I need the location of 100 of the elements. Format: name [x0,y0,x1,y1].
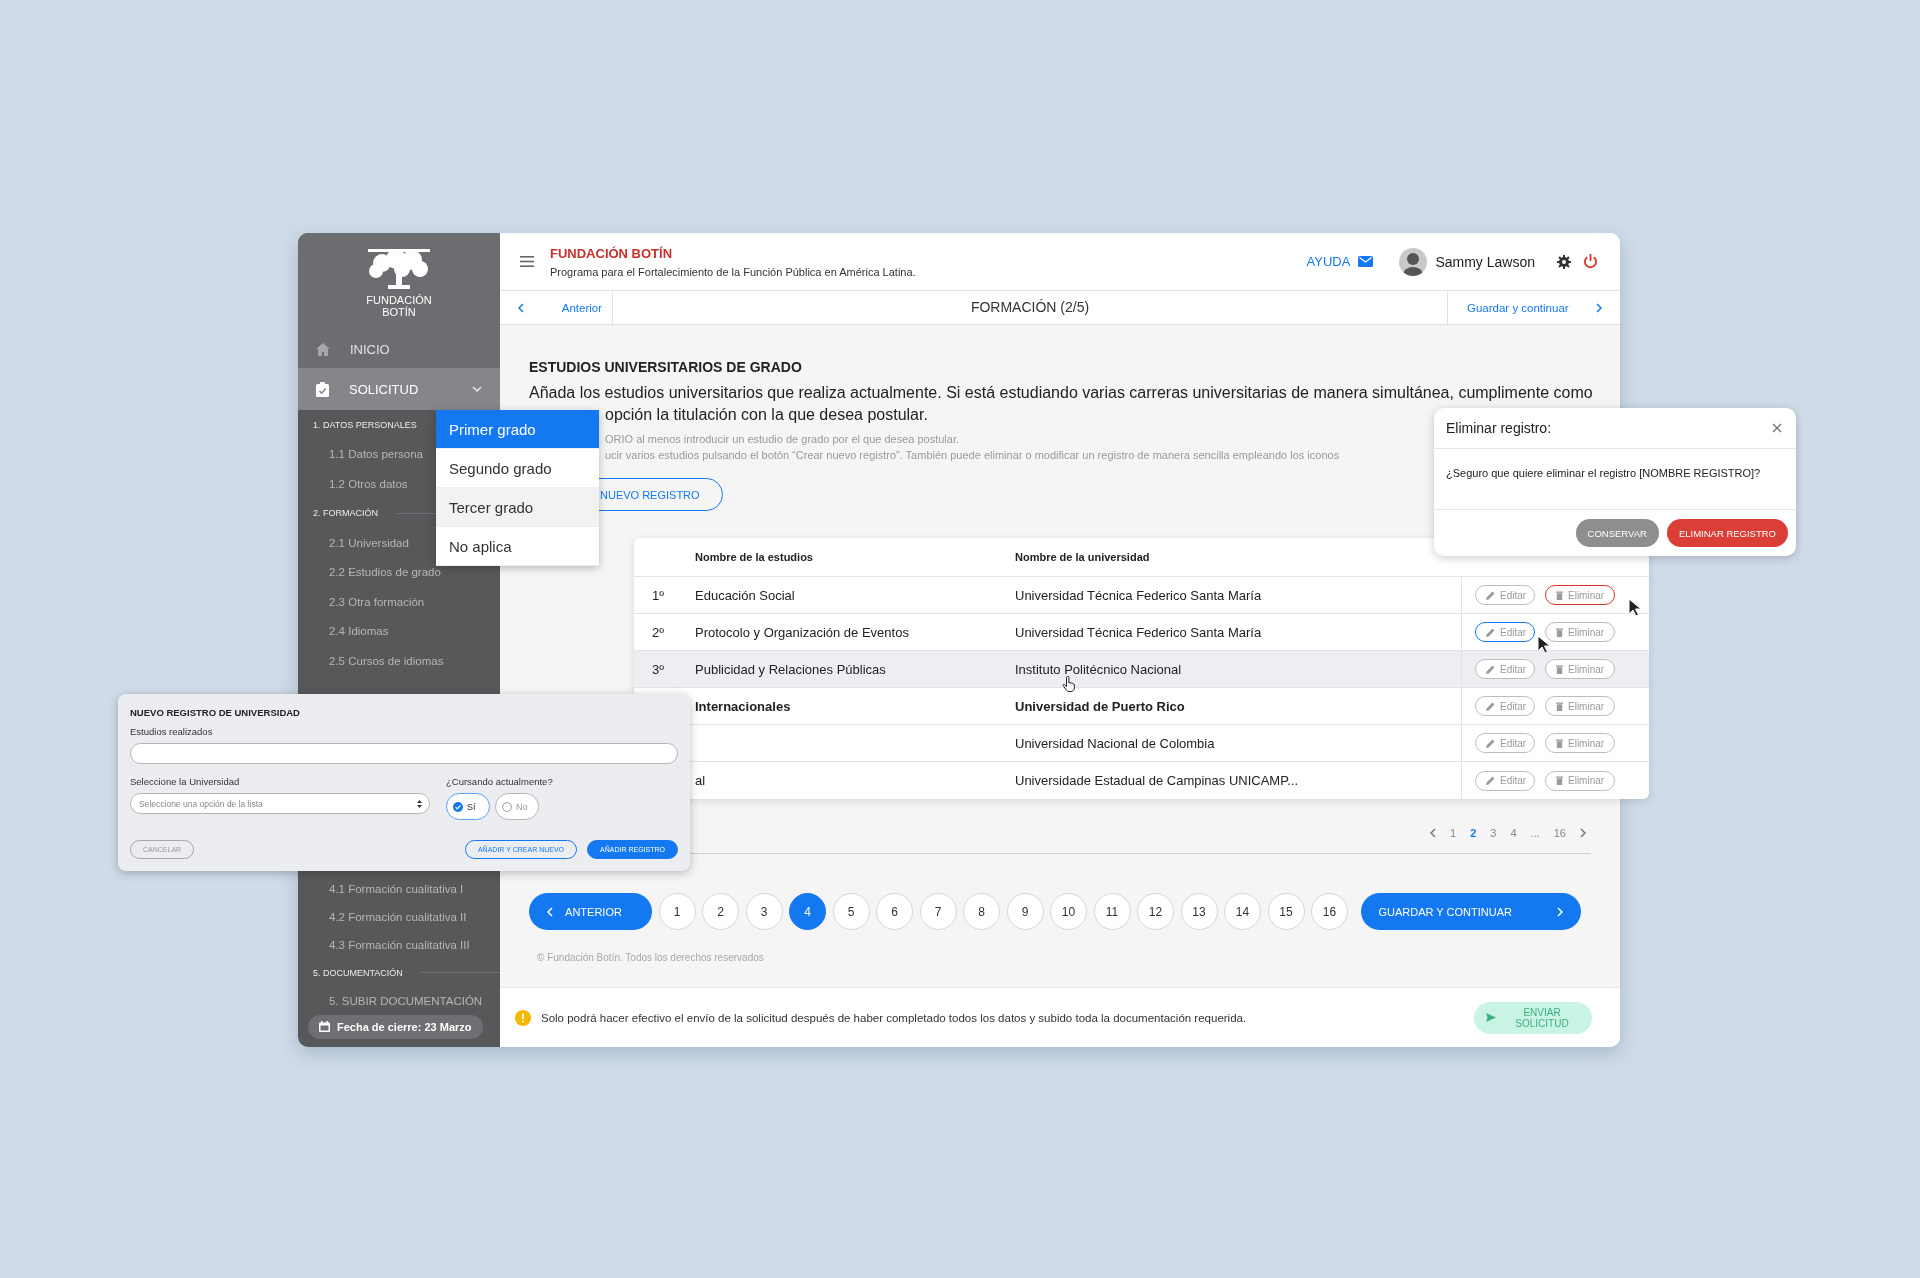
table-row[interactable]: al Universidade Estadual de Campinas UNICAMP... Editar Eliminar [634,762,1649,799]
delete-button[interactable]: Eliminar [1545,733,1615,753]
user-name: Sammy Lawson [1435,253,1535,270]
table-row[interactable]: 3º Publicidad y Relaciones Públicas Instituto Politécnico Nacional Editar Eliminar [634,651,1649,688]
page-link[interactable]: ... [1530,827,1540,839]
page-link[interactable]: 2 [1470,827,1477,839]
menu-icon[interactable] [520,256,534,267]
nav-link[interactable]: 4.3 Formación cualitativa III [298,930,500,959]
radio-option[interactable]: No [495,793,539,820]
column-header: Nombre de la estudios [695,551,814,563]
page-button[interactable]: 8 [963,893,1000,930]
nav-link[interactable]: 4.1 Formación cualitativa I [298,874,500,903]
dropdown-option[interactable]: Tercer grado [436,488,599,527]
sort-icon [417,799,422,808]
page-link[interactable]: 16 [1553,827,1566,839]
delete-button[interactable]: Eliminar [1545,622,1615,642]
page-button[interactable]: 7 [919,893,957,930]
note-text: ucir varios estudios pulsando el botón “Crear nuevo registro”. También puede eliminar o modificar un registro de manera sencilla empleando los iconos [604,448,1341,463]
page-button[interactable]: 15 [1267,893,1305,930]
copyright-text: © Fundación Botín. Todos los derechos reservados [536,952,765,963]
edit-button[interactable]: Editar [1475,659,1535,679]
help-link[interactable]: AYUDA [1306,254,1374,269]
table-cell-text: Universidad Técnica Federico Santa María [1015,587,1263,603]
power-icon[interactable] [1583,254,1598,269]
app-title: FUNDACIÓN BOTÍN [550,245,674,261]
page-button[interactable]: 12 [1137,893,1174,930]
menu-item[interactable]: INICIO [298,330,500,368]
nav-link[interactable]: 2.5 Cursos de idiomas [298,646,500,676]
table-cell-text: Universidad Técnica Federico Santa María [1015,624,1263,640]
table-cell-text: Internacionales [695,698,792,714]
previous-page-icon[interactable] [1430,828,1437,838]
edit-button[interactable]: Editar [1475,622,1535,642]
previous-button[interactable]: ANTERIOR [529,893,652,930]
nav-link[interactable]: 4.2 Formación cualitativa II [298,902,500,931]
dropdown-option[interactable]: Primer grado [436,410,599,449]
pencil-icon [1486,627,1495,637]
warning-icon [515,1009,531,1026]
page-button[interactable]: 13 [1180,893,1218,930]
field-label: Seleccione la Universidad [130,776,241,787]
university-select[interactable]: Seleccione una opción de la lista [130,793,430,814]
page-button[interactable]: 14 [1224,893,1261,930]
pencil-icon [1486,776,1495,785]
trash-icon [1556,664,1563,674]
pencil-icon [1486,701,1495,711]
edit-button[interactable]: Editar [1475,770,1535,791]
page-button[interactable]: 6 [876,893,913,930]
dropdown-option[interactable]: No aplica [436,527,599,566]
table-cell-text: Universidade Estadual de Campinas UNICAMP... [1015,773,1299,788]
next-link[interactable]: Guardar y continuar [1447,291,1620,324]
page-button[interactable]: 9 [1006,893,1044,930]
home-icon [316,342,330,356]
page-button[interactable]: 5 [832,893,870,930]
page-button[interactable]: 1 [658,893,696,930]
note-text: ORIO al menos introducir un estudio de grado por el que desea postular. [604,432,961,447]
table-row[interactable]: 1º Educación Social Universidad Técnica Federico Santa María Editar Eliminar [634,577,1649,614]
radio-option[interactable]: Sí [446,793,490,820]
page-button[interactable]: 10 [1050,893,1087,930]
previous-link[interactable]: Anterior [500,291,613,324]
notice-text: Solo podrá hacer efectivo el envío de la solicitud después de haber completado todos los datos y subido toda la documentación requerida. [541,1011,1248,1024]
page-link[interactable]: 1 [1450,827,1457,839]
delete-button[interactable]: Eliminar [1545,696,1615,716]
chevron-left-icon [547,906,553,917]
delete-confirm-button[interactable]: ELIMINAR REGISTRO [1666,519,1788,547]
nav-link[interactable]: 2.3 Otra formación [298,587,500,617]
menu-item[interactable]: SOLICITUD [298,368,500,410]
next-page-icon[interactable] [1580,828,1586,838]
table-cell-text: al [695,773,707,788]
page-link[interactable]: 4 [1510,827,1517,839]
table-cell-text: Universidad Nacional de Colombia [1015,735,1216,751]
nav-link[interactable]: 5. SUBIR DOCUMENTACIÓN [298,986,500,1015]
clipboard-check-icon [316,381,329,397]
dialog-message: ¿Seguro que quiere eliminar el registro [NOMBRE REGISTRO]? [1434,449,1796,510]
dropdown-option[interactable]: Segundo grado [436,449,599,488]
page-button[interactable]: 3 [745,893,783,930]
close-icon[interactable] [1772,423,1782,433]
save-continue-button[interactable]: GUARDAR Y CONTINUAR [1360,893,1581,930]
page-button[interactable]: 2 [702,893,739,930]
row-number: 2º [651,624,665,640]
edit-button[interactable]: Editar [1475,733,1535,753]
chevron-right-icon [1596,302,1602,313]
pencil-icon [1486,738,1495,748]
edit-button[interactable]: Editar [1475,585,1535,605]
settings-icon[interactable] [1557,254,1571,269]
mail-icon [1358,256,1374,267]
edit-button[interactable]: Editar [1475,696,1535,716]
studies-input[interactable] [130,743,678,764]
table-cell-text: Protocolo y Organización de Eventos [695,624,910,640]
trash-icon [1556,776,1563,785]
pointer-icon [1537,635,1551,654]
delete-button[interactable]: Eliminar [1545,585,1615,605]
page-link[interactable]: 3 [1490,827,1497,839]
page-button[interactable]: 11 [1093,893,1131,930]
page-button[interactable]: 16 [1311,893,1348,930]
delete-button[interactable]: Eliminar [1545,770,1615,791]
keep-button[interactable]: CONSERVAR [1575,519,1659,547]
delete-button[interactable]: Eliminar [1545,659,1615,679]
calendar-icon [319,1021,330,1032]
nav-link[interactable]: 2.4 Idiomas [298,616,500,646]
page-button[interactable]: 4 [789,893,826,930]
table-cell-text: Instituto Politécnico Nacional [1015,661,1183,677]
